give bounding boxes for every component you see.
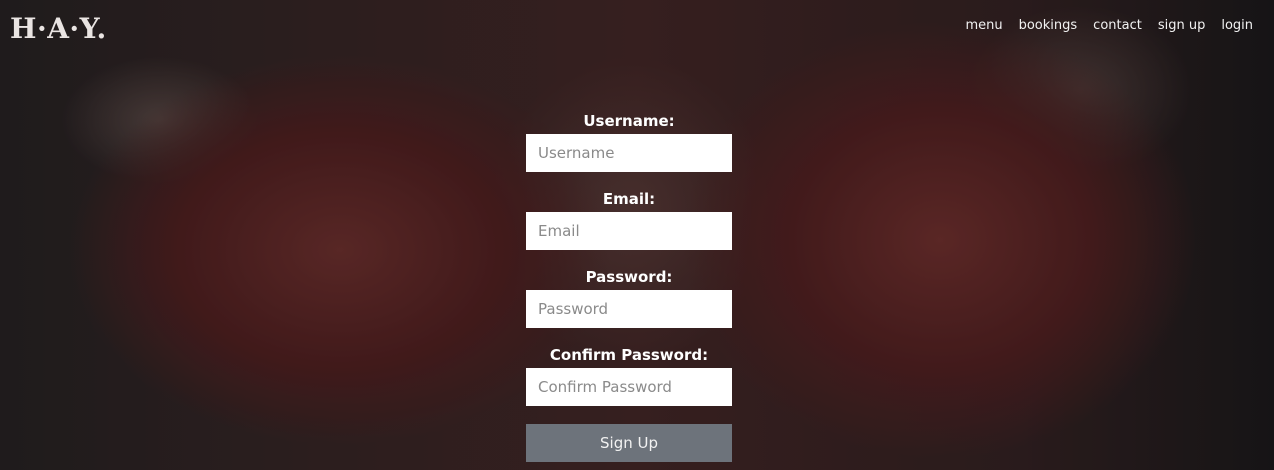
password-input[interactable] [526,290,732,328]
username-field-group: Username: [526,112,732,172]
confirm-password-field-group: Confirm Password: [526,346,732,406]
signup-page: H·A·Y. menu bookings contact sign up log… [0,0,1274,470]
confirm-password-label: Confirm Password: [549,346,709,364]
brand-logo[interactable]: H·A·Y. [10,12,107,45]
email-field-group: Email: [526,190,732,250]
nav-item-contact[interactable]: contact [1093,18,1142,33]
top-nav: menu bookings contact sign up login [965,18,1253,33]
email-label: Email: [602,190,656,208]
password-label: Password: [585,268,673,286]
nav-item-sign-up[interactable]: sign up [1158,18,1206,33]
confirm-password-input[interactable] [526,368,732,406]
nav-item-login[interactable]: login [1221,18,1253,33]
username-label: Username: [583,112,675,130]
sign-up-button[interactable]: Sign Up [526,424,732,462]
nav-item-bookings[interactable]: bookings [1019,18,1078,33]
password-field-group: Password: [526,268,732,328]
signup-form: Username: Email: Password: Confirm Passw… [526,112,732,462]
username-input[interactable] [526,134,732,172]
nav-item-menu[interactable]: menu [965,18,1002,33]
email-input[interactable] [526,212,732,250]
